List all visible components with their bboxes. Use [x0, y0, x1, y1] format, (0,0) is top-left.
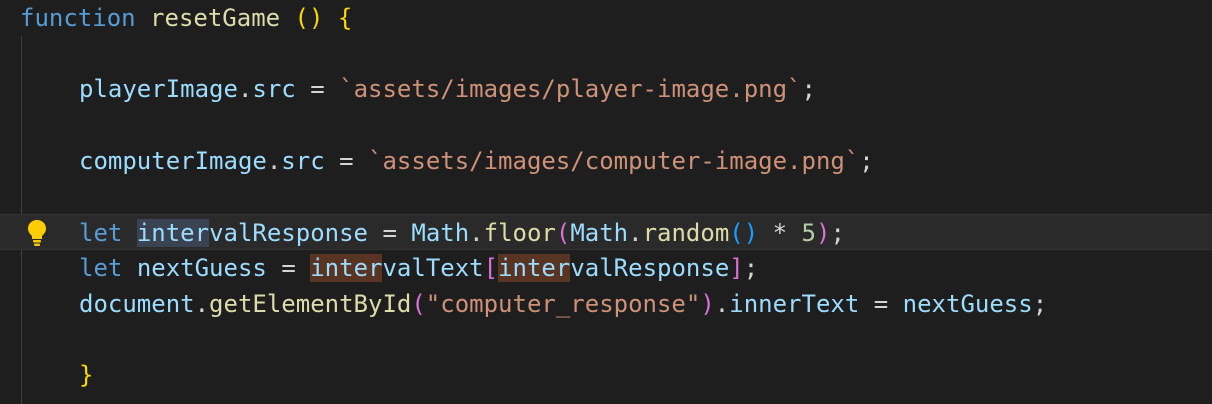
object-token: document [79, 290, 195, 318]
bracket-token: ( [411, 290, 426, 318]
keyword-token: let [79, 219, 123, 247]
variable-token: nextGuess [136, 254, 267, 282]
lightbulb-icon[interactable] [25, 218, 49, 248]
property-token: innerText [729, 290, 860, 318]
punctuation-token: . [714, 290, 730, 318]
code-line-9-text: document.getElementById("computer_respon… [79, 286, 1047, 322]
bracket-token: ) [309, 4, 324, 32]
bracket-token: { [337, 4, 353, 32]
word-highlight: inter [498, 254, 571, 282]
bracket-token: ) [700, 290, 715, 318]
property-token: src [252, 75, 296, 103]
code-line-3-text: playerImage.src = `assets/images/player-… [79, 71, 816, 107]
code-line-7-text: let intervalResponse = Math.floor(Math.r… [79, 215, 845, 251]
method-token: getElementById [209, 290, 412, 318]
bracket-token: ( [729, 219, 744, 247]
selected-text: inter [136, 219, 210, 247]
string-token: `assets/images/player-image.png` [339, 75, 802, 103]
bracket-token: [ [483, 254, 499, 282]
operator-token: = [873, 290, 889, 318]
code-line-3[interactable]: playerImage.src = `assets/images/player-… [0, 71, 1212, 107]
punctuation-token: . [194, 290, 210, 318]
object-token: Math [570, 219, 629, 247]
function-name-token: resetGame [150, 4, 281, 32]
code-line-8-text: let nextGuess = intervalText[intervalRes… [79, 250, 758, 286]
keyword-token: let [79, 254, 123, 282]
punctuation-token: . [469, 219, 484, 247]
method-token: floor [483, 219, 556, 247]
punctuation-token: ; [859, 147, 874, 175]
operator-token: = [382, 219, 397, 247]
code-line-5[interactable]: computerImage.src = `assets/images/compu… [0, 143, 1212, 179]
punctuation-token: ; [1032, 290, 1048, 318]
code-editor[interactable]: function resetGame () { playerImage.src … [0, 0, 1212, 404]
object-token: Math [411, 219, 470, 247]
code-line-11-text: } [79, 357, 93, 393]
code-line-9[interactable]: document.getElementById("computer_respon… [0, 286, 1212, 322]
punctuation-token: . [266, 147, 282, 175]
operator-token: = [281, 254, 296, 282]
code-line-8[interactable]: let nextGuess = intervalText[intervalRes… [0, 250, 1212, 286]
code-line-5-text: computerImage.src = `assets/images/compu… [79, 143, 874, 179]
operator-token: = [310, 75, 325, 103]
bracket-token: ] [729, 254, 744, 282]
number-token: 5 [801, 219, 816, 247]
punctuation-token: ; [830, 219, 845, 247]
variable-token: valResponse [209, 219, 369, 247]
property-token: src [281, 147, 325, 175]
method-token: random [642, 219, 730, 247]
code-line-7[interactable]: let intervalResponse = Math.floor(Math.r… [0, 214, 1212, 250]
operator-token: * [772, 219, 788, 247]
bracket-token: ( [294, 4, 309, 32]
punctuation-token: ; [743, 254, 759, 282]
punctuation-token: . [237, 75, 253, 103]
string-token: "computer_response" [425, 290, 701, 318]
operator-token: = [339, 147, 354, 175]
punctuation-token: . [628, 219, 643, 247]
bracket-token: ) [816, 219, 831, 247]
code-line-11[interactable]: } [0, 357, 1212, 393]
code-line-1-text: function resetGame () { [20, 0, 352, 36]
variable-token: playerImage [79, 75, 238, 103]
string-token: `assets/images/computer-image.png` [368, 147, 860, 175]
keyword-token: function [20, 4, 136, 32]
variable-token: nextGuess [902, 290, 1033, 318]
bracket-token: ) [743, 219, 759, 247]
variable-token: computerImage [79, 147, 267, 175]
bracket-token: } [79, 361, 94, 389]
code-line-1[interactable]: function resetGame () { [0, 0, 1212, 36]
variable-token: valResponse [570, 254, 730, 282]
bracket-token: ( [555, 219, 571, 247]
variable-token: valText [382, 254, 484, 282]
word-highlight: inter [310, 254, 383, 282]
punctuation-token: ; [801, 75, 816, 103]
